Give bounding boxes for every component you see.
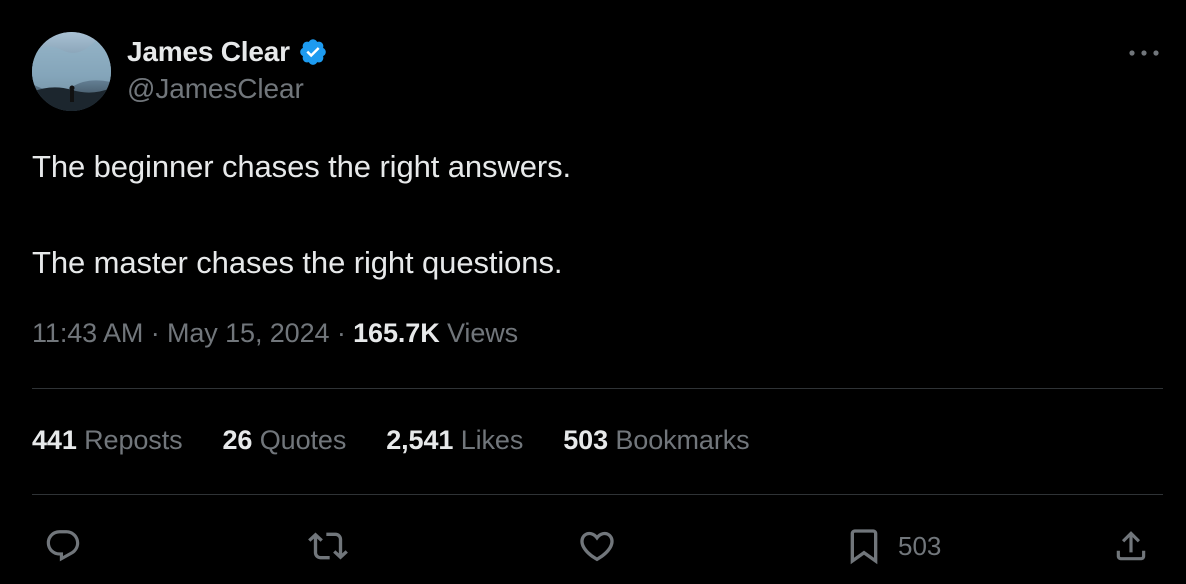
bookmark-button[interactable]: 503 xyxy=(844,518,941,574)
stat-count: 441 xyxy=(32,425,77,455)
views-count: 165.7K xyxy=(353,318,440,348)
action-bar: 503 xyxy=(0,518,1186,574)
meta-separator: · xyxy=(336,318,346,348)
name-row: James Clear xyxy=(127,34,328,70)
bookmarks-stat[interactable]: 503 Bookmarks xyxy=(563,425,749,456)
stat-count: 503 xyxy=(563,425,608,455)
stat-count: 2,541 xyxy=(386,425,454,455)
handle[interactable]: @JamesClear xyxy=(127,73,328,105)
divider xyxy=(32,494,1163,495)
tweet-line: The beginner chases the right answers. xyxy=(32,149,572,184)
like-button[interactable] xyxy=(577,518,617,574)
avatar[interactable] xyxy=(32,32,111,111)
tweet-meta: 11:43 AM · May 15, 2024 · 165.7K Views xyxy=(32,318,518,349)
repost-icon xyxy=(308,532,348,560)
author-block[interactable]: James Clear @JamesClear xyxy=(127,34,328,105)
tweet-card: James Clear @JamesClear The beginner cha… xyxy=(0,0,1186,584)
repost-button[interactable] xyxy=(308,518,348,574)
bookmark-icon xyxy=(850,529,878,565)
views-label: Views xyxy=(447,318,519,348)
stat-label: Quotes xyxy=(259,425,347,455)
avatar-image xyxy=(32,32,111,111)
more-horizontal-icon xyxy=(1129,50,1159,56)
divider xyxy=(32,388,1163,389)
tweet-date[interactable]: May 15, 2024 xyxy=(167,318,330,348)
stat-label: Bookmarks xyxy=(615,425,750,455)
meta-separator: · xyxy=(150,318,160,348)
quotes-stat[interactable]: 26 Quotes xyxy=(223,425,347,456)
reply-icon xyxy=(46,530,80,562)
bookmark-count: 503 xyxy=(898,530,942,561)
share-button[interactable] xyxy=(1112,518,1150,574)
stat-count: 26 xyxy=(222,425,253,455)
share-icon xyxy=(1116,531,1146,561)
tweet-time[interactable]: 11:43 AM xyxy=(32,318,143,348)
stat-label: Likes xyxy=(460,425,524,455)
stat-label: Reposts xyxy=(84,425,183,455)
likes-stat[interactable]: 2,541 Likes xyxy=(386,425,523,456)
tweet-text: The beginner chases the right answers. T… xyxy=(32,143,1152,287)
reply-button[interactable] xyxy=(44,518,82,574)
verified-badge-icon[interactable] xyxy=(298,37,328,67)
engagement-stats: 441 Reposts 26 Quotes 2,541 Likes 503 Bo… xyxy=(32,425,790,456)
tweet-line: The master chases the right questions. xyxy=(32,245,563,280)
display-name[interactable]: James Clear xyxy=(127,36,290,68)
heart-icon xyxy=(580,531,614,562)
more-button[interactable] xyxy=(1124,38,1164,68)
reposts-stat[interactable]: 441 Reposts xyxy=(32,425,183,456)
